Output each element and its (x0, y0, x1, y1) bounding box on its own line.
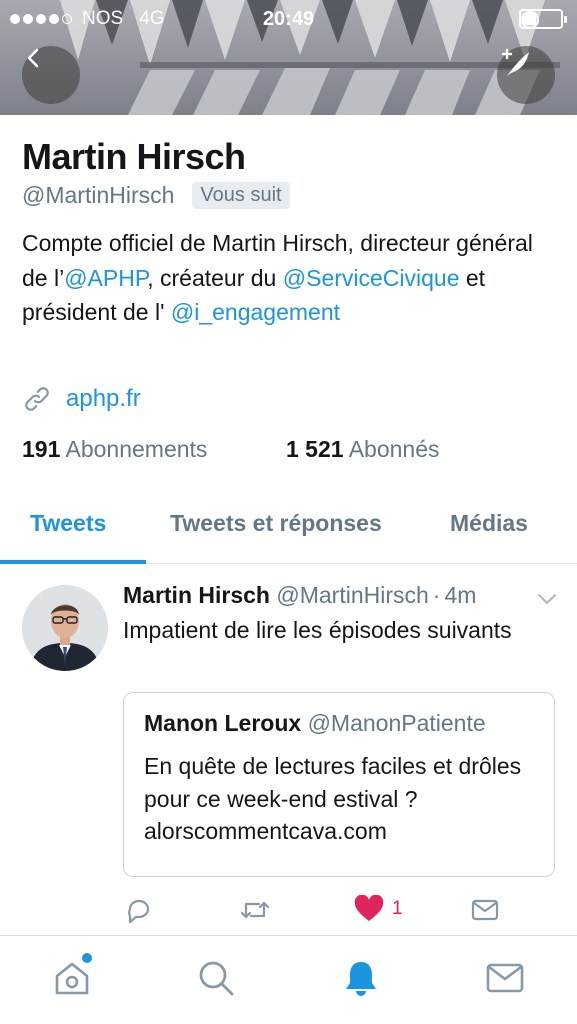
bio-text: , créateur du (147, 264, 283, 291)
home-notification-dot (82, 953, 92, 963)
followers-stat[interactable]: 1 521 Abonnés (286, 436, 440, 463)
tweet-text: Impatient de lire les épisodes suivants (123, 617, 512, 643)
following-label: Abonnements (65, 436, 208, 462)
chevron-down-icon (538, 594, 556, 604)
tweet-author-handle[interactable]: @MartinHirsch (276, 582, 428, 608)
back-button[interactable] (22, 46, 80, 104)
profile-handle: @MartinHirsch (22, 182, 175, 208)
bottom-tab-bar (0, 935, 577, 1024)
follows-you-badge: Vous suit (192, 182, 290, 209)
profile-name: Martin Hirsch (22, 136, 246, 177)
quoted-tweet[interactable]: Manon Leroux @ManonPatiente En quête de … (123, 692, 555, 877)
profile-banner: NOS 4G 20:49 (0, 0, 577, 115)
direct-message-button[interactable] (470, 895, 500, 925)
avatar-image (22, 585, 108, 671)
quoted-tweet-text: En quête de lectures faciles et drôles p… (144, 753, 522, 844)
bio-mention-i-engagement[interactable]: @i_engagement (171, 299, 340, 325)
reply-icon (128, 899, 150, 924)
tweet-time: 4m (444, 582, 477, 608)
tab-tweets-and-replies[interactable]: Tweets et réponses (170, 510, 382, 537)
compose-tweet-icon (501, 48, 529, 76)
envelope-icon (471, 899, 499, 921)
tab-media[interactable]: Médias (450, 510, 528, 537)
followers-count: 1 521 (286, 436, 344, 462)
battery-icon (519, 9, 567, 29)
like-button[interactable]: 1 (354, 895, 403, 923)
compose-tweet-button[interactable] (497, 46, 555, 104)
quoted-author-name: Manon Leroux (144, 710, 302, 736)
bio-mention-aphp[interactable]: @APHP (64, 265, 147, 291)
tweet-separator: · (432, 582, 441, 608)
heart-icon (354, 895, 384, 921)
status-bar: NOS 4G 20:49 (0, 0, 577, 38)
following-count: 191 (22, 436, 61, 462)
retweet-button[interactable] (238, 895, 272, 925)
link-icon (25, 387, 49, 411)
notifications-tab[interactable] (341, 958, 381, 1003)
profile-bio: Compte officiel de Martin Hirsch, direct… (22, 226, 562, 330)
retweet-icon (240, 901, 270, 919)
home-tab[interactable] (52, 958, 92, 1003)
bio-mention-servicecivique[interactable]: @ServiceCivique (283, 265, 460, 291)
following-stat[interactable]: 191 Abonnements (22, 436, 207, 463)
avatar[interactable] (22, 585, 108, 671)
search-tab[interactable] (196, 958, 236, 1003)
reply-button[interactable] (124, 895, 154, 925)
quoted-author-handle: @ManonPatiente (307, 710, 486, 736)
tweet-header: Martin Hirsch @MartinHirsch · 4m (123, 582, 476, 609)
messages-tab[interactable] (485, 958, 525, 1003)
like-count: 1 (392, 898, 403, 919)
profile-tabs: Tweets Tweets et réponses Médias (0, 492, 577, 564)
home-icon (55, 962, 89, 995)
chevron-left-icon (27, 48, 39, 68)
search-icon (199, 961, 234, 996)
profile-website-link[interactable]: aphp.fr (66, 385, 141, 413)
tweet-actions: 1 (0, 895, 577, 931)
status-time: 20:49 (262, 8, 315, 30)
active-tab-indicator (0, 560, 146, 564)
tweet-menu-button[interactable] (536, 588, 558, 615)
bell-icon (346, 962, 376, 996)
envelope-icon (486, 963, 524, 993)
followers-label: Abonnés (348, 436, 440, 462)
tweet-author-name[interactable]: Martin Hirsch (123, 582, 270, 608)
tab-tweets[interactable]: Tweets (30, 510, 106, 537)
